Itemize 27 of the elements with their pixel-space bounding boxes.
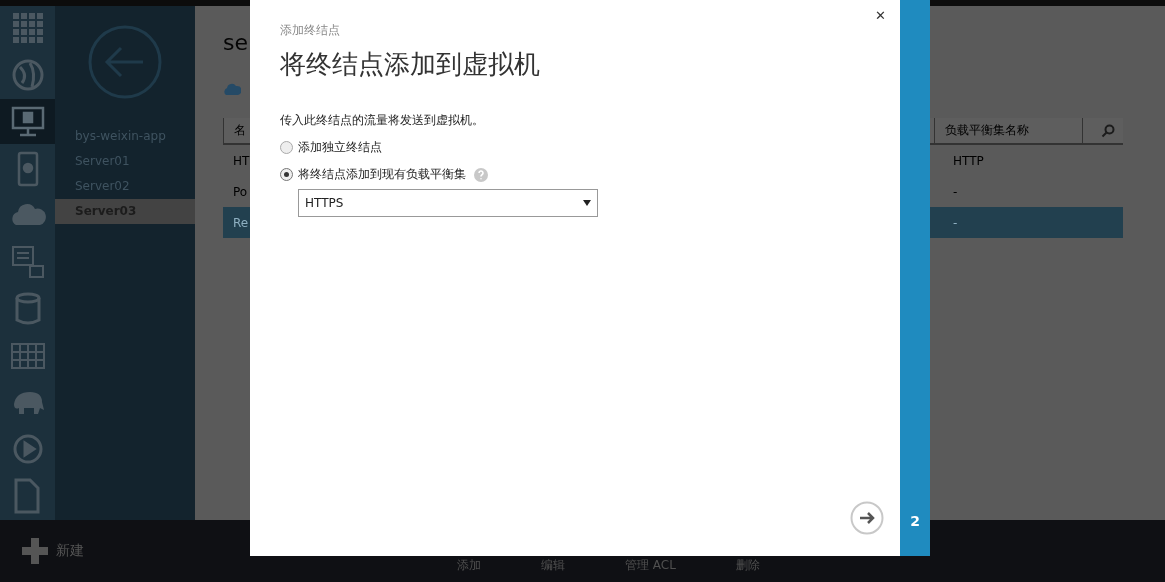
plus-icon xyxy=(22,538,48,564)
cloud-icon[interactable] xyxy=(223,82,241,96)
table-cell-text: HTTP xyxy=(952,153,985,168)
table-cell-text: Re xyxy=(232,215,250,230)
radio-button[interactable] xyxy=(280,141,293,154)
search-icon[interactable] xyxy=(1101,123,1116,138)
dropdown-field[interactable]: HTTPS xyxy=(298,189,598,217)
close-button[interactable]: ✕ xyxy=(875,8,886,23)
page-title: se xyxy=(223,30,248,57)
option-label: 将终结点添加到现有负载平衡集 xyxy=(298,166,466,183)
command-button[interactable]: 添加 xyxy=(457,557,481,574)
documents-icon xyxy=(9,244,46,281)
nav-icon-button[interactable] xyxy=(0,99,55,145)
table-cell-text: Po xyxy=(232,184,249,199)
table-cell-text: HT xyxy=(232,153,251,168)
step-number: 2 xyxy=(910,513,920,529)
dialog-subtitle: 添加终结点 xyxy=(280,22,341,39)
table-cell-text: - xyxy=(952,184,959,199)
column-header: 负载平衡集名称 xyxy=(933,118,1083,143)
command-button[interactable]: 管理 ACL xyxy=(625,557,676,574)
dialog-title: 将终结点添加到虚拟机 xyxy=(280,48,541,81)
new-button[interactable]: 新建 xyxy=(0,520,422,582)
help-icon[interactable] xyxy=(474,167,488,182)
table-cell-text: - xyxy=(952,215,959,230)
next-button[interactable] xyxy=(850,501,884,535)
back-icon[interactable] xyxy=(87,24,163,100)
radio-button[interactable] xyxy=(280,168,293,181)
